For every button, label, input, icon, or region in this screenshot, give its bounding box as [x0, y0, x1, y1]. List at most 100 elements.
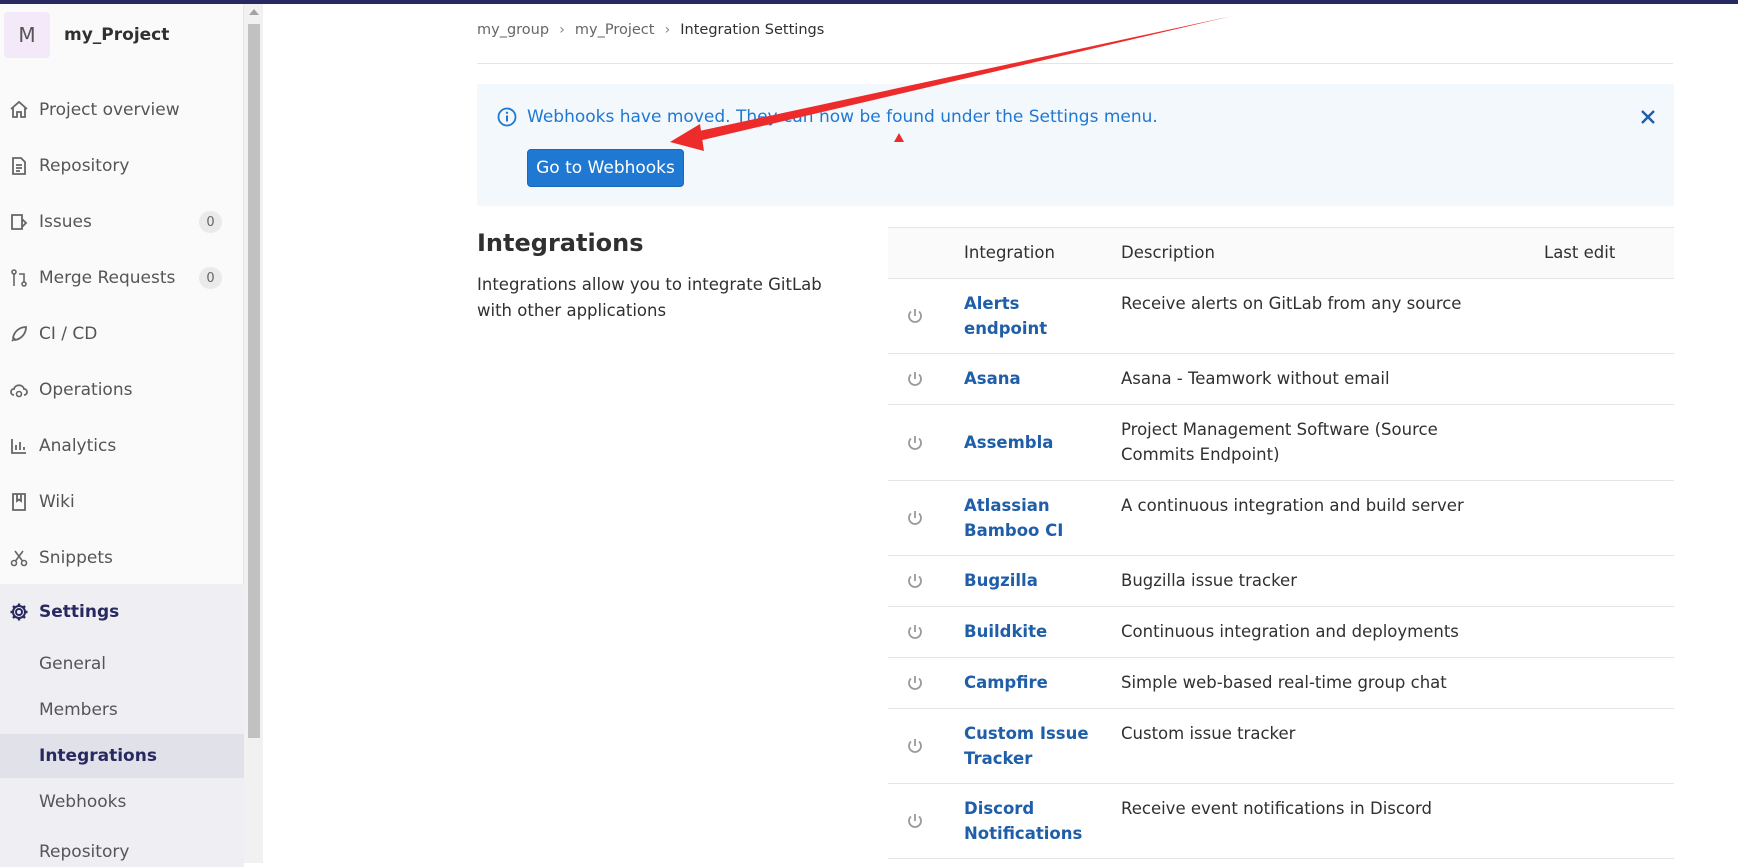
scrollbar-thumb[interactable] [248, 24, 260, 738]
chevron-right-icon: › [664, 22, 671, 38]
sidebar-item-project-overview[interactable]: Project overview [0, 82, 244, 138]
breadcrumb-current[interactable]: Integration Settings [680, 22, 824, 38]
settings-sub-repository[interactable]: Repository [0, 826, 244, 862]
issues-count-badge: 0 [199, 211, 222, 233]
breadcrumb-project[interactable]: my_Project [575, 22, 655, 38]
table-row[interactable]: Campfire Simple web-based real-time grou… [888, 658, 1674, 709]
page-title: Integrations [477, 229, 644, 257]
sidebar-item-label: Snippets [39, 548, 113, 568]
integration-description: Custom issue tracker [1121, 724, 1296, 743]
merge-requests-count-badge: 0 [199, 267, 222, 289]
section-description: Integrations allow you to integrate GitL… [477, 275, 822, 320]
merge-request-icon [8, 267, 30, 289]
column-header-last-edit: Last edit [1544, 243, 1616, 262]
integration-description: Project Management Software (Source Comm… [1121, 420, 1438, 464]
settings-sub-members[interactable]: Members [0, 688, 244, 732]
project-avatar[interactable]: M [4, 12, 50, 58]
integration-description: Continuous integration and deployments [1121, 622, 1459, 641]
integration-description: Asana - Teamwork without email [1121, 369, 1390, 388]
integration-link[interactable]: Asana [964, 366, 1104, 391]
integration-description: Bugzilla issue tracker [1121, 571, 1297, 590]
webhooks-moved-alert: Webhooks have moved. They can now be fou… [477, 84, 1674, 206]
doc-icon [8, 155, 30, 177]
sidebar-item-snippets[interactable]: Snippets [0, 530, 244, 586]
chevron-right-icon: › [559, 22, 565, 38]
integration-link[interactable]: Bugzilla [964, 568, 1104, 593]
issues-icon [8, 211, 30, 233]
scroll-up-arrow-icon[interactable] [249, 9, 259, 15]
sidebar-item-label: Issues [39, 212, 92, 232]
integration-link[interactable]: Custom Issue Tracker [964, 721, 1104, 771]
table-row[interactable]: Atlassian Bamboo CI A continuous integra… [888, 481, 1674, 556]
table-row[interactable]: Bugzilla Bugzilla issue tracker [888, 556, 1674, 607]
power-icon [908, 372, 922, 386]
sidebar-item-settings[interactable]: Settings [0, 584, 244, 640]
integration-link[interactable]: Discord Notifications [964, 796, 1104, 846]
sidebar-item-label: Operations [39, 380, 133, 400]
sidebar: M my_Project Project overview Repository… [0, 4, 244, 867]
breadcrumb-divider [477, 63, 1673, 64]
table-row[interactable]: Discord Notifications Receive event noti… [888, 784, 1674, 859]
sidebar-item-label: Wiki [39, 492, 75, 512]
integration-description: Receive alerts on GitLab from any source [1121, 294, 1462, 313]
table-row[interactable]: Assembla Project Management Software (So… [888, 405, 1674, 481]
table-row[interactable]: Alerts endpoint Receive alerts on GitLab… [888, 279, 1674, 354]
integrations-table: Integration Description Last edit Alerts… [888, 227, 1674, 859]
sidebar-item-ci-cd[interactable]: CI / CD [0, 306, 244, 362]
settings-sub-integrations[interactable]: Integrations [0, 734, 244, 778]
sidebar-item-repository[interactable]: Repository [0, 138, 244, 194]
settings-sub-general[interactable]: General [0, 642, 244, 686]
sidebar-item-issues[interactable]: Issues 0 [0, 194, 244, 250]
sidebar-item-operations[interactable]: Operations [0, 362, 244, 418]
sidebar-item-label: CI / CD [39, 324, 98, 344]
sidebar-project[interactable]: M my_Project [0, 4, 244, 66]
gear-icon [8, 601, 30, 623]
rocket-icon [8, 323, 30, 345]
power-icon [908, 574, 922, 588]
sidebar-scrollbar[interactable] [244, 4, 263, 863]
book-icon [8, 491, 30, 513]
sidebar-item-label: Settings [39, 602, 120, 622]
sidebar-item-wiki[interactable]: Wiki [0, 474, 244, 530]
alert-message: Webhooks have moved. They can now be fou… [527, 107, 1158, 127]
settings-sub-webhooks[interactable]: Webhooks [0, 780, 244, 824]
power-icon [908, 814, 922, 828]
sidebar-item-merge-requests[interactable]: Merge Requests 0 [0, 250, 244, 306]
integration-link[interactable]: Assembla [964, 430, 1104, 455]
sidebar-item-label: Repository [39, 156, 130, 176]
breadcrumb: my_group › my_Project › Integration Sett… [477, 22, 824, 38]
cloud-gear-icon [8, 379, 30, 401]
go-to-webhooks-button[interactable]: Go to Webhooks [527, 149, 684, 187]
table-header: Integration Description Last edit [888, 227, 1674, 279]
integration-link[interactable]: Campfire [964, 670, 1104, 695]
integration-link[interactable]: Alerts endpoint [964, 291, 1104, 341]
chart-icon [8, 435, 30, 457]
column-header-description: Description [1121, 243, 1215, 262]
home-icon [8, 99, 30, 121]
power-icon [908, 436, 922, 450]
sidebar-item-label: Project overview [39, 100, 180, 120]
integration-description: Receive event notifications in Discord [1121, 799, 1433, 818]
info-icon [497, 107, 517, 127]
integration-description: Simple web-based real-time group chat [1121, 673, 1447, 692]
power-icon [908, 625, 922, 639]
sidebar-item-label: Analytics [39, 436, 117, 456]
power-icon [908, 676, 922, 690]
close-icon[interactable] [1639, 108, 1657, 126]
integration-description: A continuous integration and build serve… [1121, 496, 1464, 515]
sidebar-item-label: Merge Requests [39, 268, 176, 288]
scissors-icon [8, 547, 30, 569]
integration-link[interactable]: Buildkite [964, 619, 1104, 644]
column-header-integration: Integration [964, 243, 1055, 262]
power-icon [908, 739, 922, 753]
table-row[interactable]: Buildkite Continuous integration and dep… [888, 607, 1674, 658]
sidebar-item-analytics[interactable]: Analytics [0, 418, 244, 474]
breadcrumb-group[interactable]: my_group [477, 22, 549, 38]
project-name[interactable]: my_Project [64, 25, 169, 45]
power-icon [908, 511, 922, 525]
integration-link[interactable]: Atlassian Bamboo CI [964, 493, 1104, 543]
power-icon [908, 309, 922, 323]
sidebar-nav: Project overview Repository Issues 0 Mer… [0, 82, 244, 586]
table-row[interactable]: Asana Asana - Teamwork without email [888, 354, 1674, 405]
table-row[interactable]: Custom Issue Tracker Custom issue tracke… [888, 709, 1674, 784]
